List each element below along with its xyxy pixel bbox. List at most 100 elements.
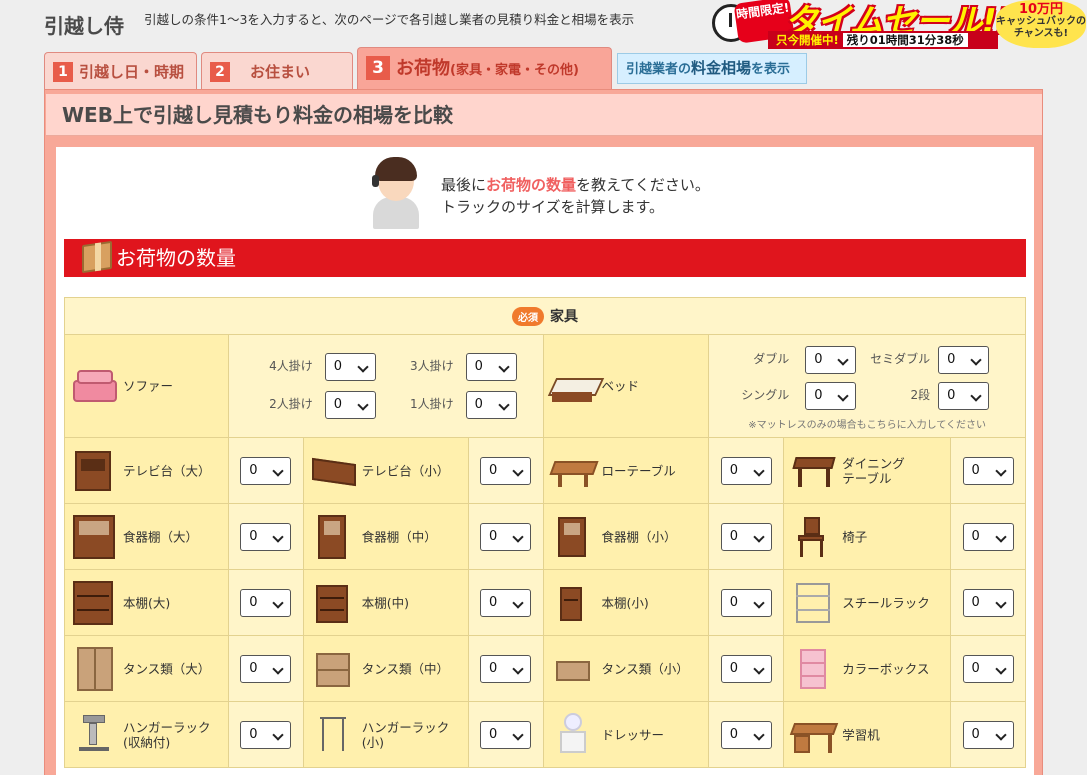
quantity-select[interactable]: 0 (480, 522, 532, 551)
tab-label: お荷物 (396, 58, 450, 79)
intro-text: 最後にお荷物の数量を教えてください。 トラックのサイズを計算します。 (441, 174, 710, 218)
bed-label-cell: ベッド (542, 334, 710, 438)
furniture-name: 学習机 (842, 727, 880, 742)
furniture-item-cell: ダイニング テーブル (783, 437, 951, 504)
quantity-select[interactable]: 0 (962, 588, 1014, 617)
quantity-cell: 0 (950, 701, 1026, 768)
quantity-cell: 0 (467, 701, 544, 768)
intro-l1c: を教えてください。 (576, 176, 710, 194)
furniture-icon (73, 514, 115, 559)
quantity-select[interactable]: 0 (720, 588, 772, 617)
option-label: セミダブル (870, 351, 931, 366)
furniture-name: 食器棚（中） (361, 529, 437, 544)
furniture-item-cell: スチールラック (783, 569, 951, 636)
furniture-icon (552, 581, 592, 625)
option-label: 2人掛け (269, 397, 313, 411)
quantity-select[interactable]: 0 (962, 522, 1014, 551)
quantity-cell: 0 (708, 437, 785, 504)
furniture-icon (792, 581, 832, 625)
quantity-cell: 0 (227, 635, 304, 702)
furniture-table: 必須 家具 ソファー 4人掛け 0 3人掛け 0 2人掛け 0 1人掛け 0 ベ… (64, 297, 1026, 768)
quantity-select[interactable]: 0 (720, 720, 772, 749)
furniture-icon (312, 647, 352, 691)
sofa-options: 4人掛け 0 3人掛け 0 2人掛け 0 1人掛け 0 (227, 334, 544, 438)
furniture-item-cell: カラーボックス (783, 635, 951, 702)
furniture-item-cell: タンス類（中） (302, 635, 469, 702)
furniture-name: 本棚(中) (361, 595, 410, 610)
quantity-select[interactable]: 0 (720, 522, 772, 551)
site-logo[interactable]: 引越し侍 (44, 10, 124, 39)
furniture-item-cell: 学習机 (783, 701, 951, 768)
quantity-select[interactable]: 0 (962, 654, 1014, 683)
furniture-icon (73, 580, 113, 625)
rate-link-button[interactable]: 引越業者の料金相場を表示 (617, 53, 807, 84)
quantity-select[interactable]: 0 (962, 720, 1014, 749)
furniture-icon (548, 449, 599, 493)
furniture-item-cell: テレビ台（大） (64, 437, 229, 504)
tab-label: 引越し日・時期 (79, 63, 185, 81)
quantity-select[interactable]: 0 (240, 720, 292, 749)
option-label: 2段 (910, 387, 931, 402)
tab-step-1[interactable]: 1 引越し日・時期 (44, 52, 197, 90)
sofa-3seat-select[interactable]: 0 (465, 353, 517, 381)
furniture-icon (73, 646, 113, 691)
furniture-icon (311, 449, 356, 493)
bed-icon (547, 368, 604, 404)
furniture-name: カラーボックス (842, 661, 930, 676)
quantity-cell: 0 (708, 569, 785, 636)
option-label: ダブル (753, 351, 790, 366)
intro-l2: トラックのサイズを計算します。 (441, 198, 665, 216)
step-tabs: 1 引越し日・時期 2 お住まい 3 お荷物(家具・家電・その他) (0, 44, 1087, 90)
box-icon (82, 240, 112, 274)
furniture-item-cell: 本棚(小) (542, 569, 710, 636)
furniture-name: 本棚(小) (601, 595, 649, 610)
furniture-icon (792, 515, 832, 559)
bed-double-select[interactable]: 0 (805, 345, 857, 374)
quantity-cell: 0 (227, 569, 304, 636)
tab-step-2[interactable]: 2 お住まい (201, 52, 353, 90)
furniture-item-rows: テレビ台（大） 0 テレビ台（小） 0 ローテーブル 0 ダイニング テーブル 0 食器棚（大）… (64, 437, 1026, 768)
content-area: 最後にお荷物の数量を教えてください。 トラックのサイズを計算します。 お荷物の数… (56, 147, 1034, 775)
quantity-select[interactable]: 0 (240, 654, 292, 683)
quantity-select[interactable]: 0 (240, 588, 292, 617)
quantity-select[interactable]: 0 (240, 522, 292, 551)
bed-single-select[interactable]: 0 (805, 381, 857, 410)
rate-link-pre: 引越業者の (626, 62, 692, 77)
furniture-item-cell: 食器棚（中） (302, 503, 469, 570)
quantity-select[interactable]: 0 (480, 720, 532, 749)
section-header: お荷物の数量 (64, 239, 1026, 277)
furniture-item-cell: 本棚(中) (302, 569, 469, 636)
sofa-2seat-select[interactable]: 0 (324, 391, 376, 419)
quantity-cell: 0 (950, 635, 1026, 702)
quantity-cell: 0 (467, 437, 544, 504)
quantity-select[interactable]: 0 (720, 456, 772, 485)
bed-bunk-select[interactable]: 0 (938, 381, 990, 410)
quantity-cell: 0 (227, 437, 304, 504)
header-note: 引越しの条件1〜3を入力すると、次のページで各引越し業者の見積り料金と相場を表示 (144, 12, 635, 27)
tab-number: 1 (53, 61, 73, 82)
quantity-select[interactable]: 0 (720, 654, 772, 683)
tab-step-3[interactable]: 3 お荷物(家具・家電・その他) (357, 47, 612, 90)
tab-number: 3 (366, 56, 390, 80)
quantity-select[interactable]: 0 (480, 456, 532, 485)
quantity-select[interactable]: 0 (480, 588, 532, 617)
tab-sub: (家具・家電・その他) (450, 63, 579, 78)
quantity-select[interactable]: 0 (962, 456, 1014, 485)
sofa-1seat-select[interactable]: 0 (465, 391, 517, 419)
furniture-name: ハンガーラック (収納付) (123, 719, 211, 750)
quantity-cell: 0 (227, 503, 304, 570)
furniture-item-cell: 本棚(大) (64, 569, 229, 636)
rate-link-post: を表示 (751, 62, 791, 77)
quantity-cell: 0 (950, 569, 1026, 636)
furniture-item-cell: ハンガーラック (収納付) (64, 701, 229, 768)
quantity-select[interactable]: 0 (480, 654, 532, 683)
quantity-cell: 0 (708, 635, 785, 702)
quantity-select[interactable]: 0 (240, 456, 292, 485)
furniture-item-cell: 食器棚（大） (64, 503, 229, 570)
section-title: お荷物の数量 (116, 246, 236, 270)
sofa-4seat-select[interactable]: 0 (324, 353, 376, 381)
bed-semidouble-select[interactable]: 0 (938, 345, 990, 374)
main-panel: WEB上で引越し見積もり料金の相場を比較 最後にお荷物の数量を教えてください。 … (44, 89, 1043, 775)
furniture-name: 食器棚（小） (601, 529, 677, 544)
quantity-cell: 0 (708, 503, 785, 570)
